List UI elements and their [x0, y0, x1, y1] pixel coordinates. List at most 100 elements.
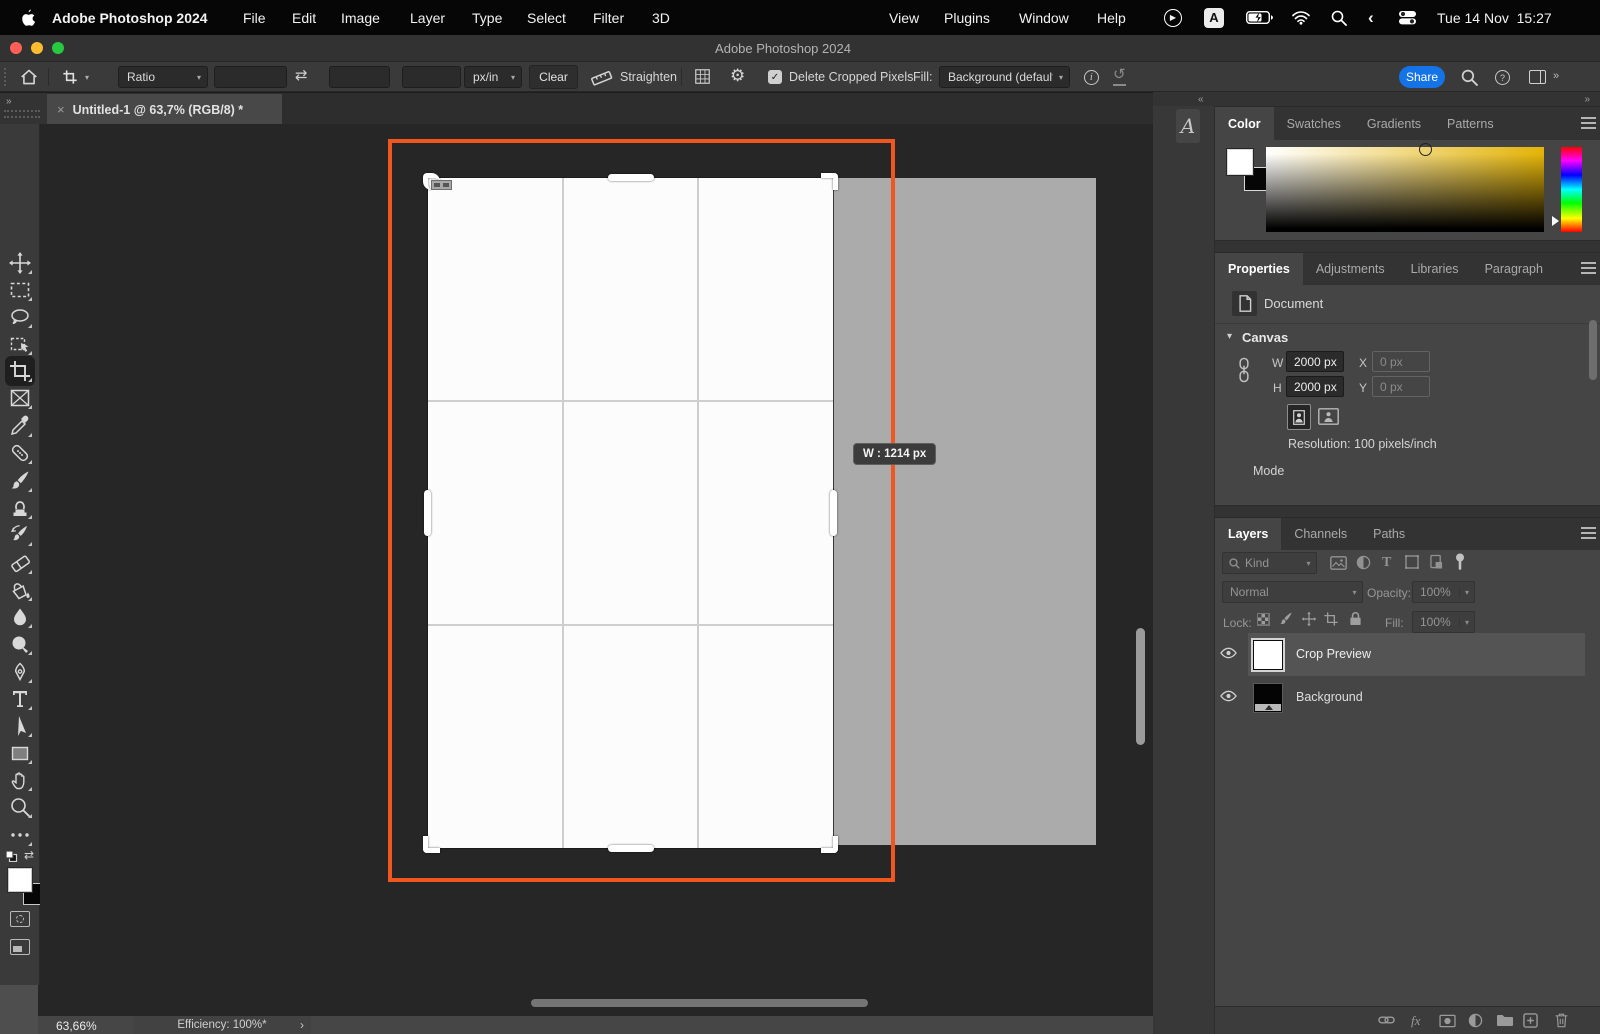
link-layers-icon[interactable]	[1378, 1014, 1395, 1026]
menu-clock[interactable]: Tue 14 Nov 15:27	[1437, 0, 1552, 35]
crop-resolution-input[interactable]	[402, 66, 461, 88]
tool-type[interactable]	[8, 687, 32, 711]
resolution-unit-select[interactable]: px/in▾	[464, 66, 522, 88]
tool-clone-stamp[interactable]	[8, 496, 32, 520]
battery-icon[interactable]	[1246, 0, 1273, 35]
tab-color[interactable]: Color	[1215, 107, 1274, 140]
tool-path-selection[interactable]	[8, 714, 32, 738]
filter-type-layers-icon[interactable]: T	[1382, 555, 1391, 571]
tab-channels[interactable]: Channels	[1281, 518, 1360, 550]
crop-height-input[interactable]	[329, 66, 390, 88]
tool-hand[interactable]	[8, 768, 32, 792]
hue-slider-marker[interactable]	[1552, 216, 1559, 226]
lock-pixels-icon[interactable]	[1278, 611, 1294, 627]
canvas-area[interactable]: W : 1214 px	[40, 124, 1153, 1016]
lock-artboard-icon[interactable]	[1323, 611, 1339, 627]
link-dimensions-icon[interactable]	[1238, 357, 1250, 383]
tool-eraser[interactable]	[8, 551, 32, 575]
close-tab-icon[interactable]: ×	[57, 102, 65, 117]
new-adjustment-layer-icon[interactable]	[1468, 1013, 1483, 1028]
blend-mode-select[interactable]: Normal▾	[1222, 581, 1363, 603]
crop-overlay-grid-button[interactable]	[694, 68, 711, 85]
straighten-icon[interactable]	[590, 68, 613, 87]
tab-paths[interactable]: Paths	[1360, 518, 1418, 550]
opacity-select[interactable]: 100%▾	[1412, 581, 1475, 603]
new-group-folder-icon[interactable]	[1496, 1013, 1513, 1027]
menu-edit[interactable]: Edit	[292, 0, 316, 35]
workspace-panels-icon[interactable]	[1529, 70, 1546, 84]
collapse-panels-icon[interactable]: «	[1198, 94, 1204, 105]
tab-layers[interactable]: Layers	[1215, 518, 1281, 550]
menu-file[interactable]: File	[243, 0, 266, 35]
foreground-color-swatch[interactable]	[1227, 149, 1253, 175]
tab-gradients[interactable]: Gradients	[1354, 107, 1434, 140]
horizontal-scrollbar[interactable]	[531, 999, 868, 1007]
tool-move[interactable]	[8, 251, 32, 275]
mode-label[interactable]: Mode	[1253, 465, 1284, 478]
swap-width-height-icon[interactable]: ⇄	[295, 66, 308, 84]
tool-object-selection[interactable]	[8, 332, 32, 356]
document-tab[interactable]: × Untitled-1 @ 63,7% (RGB/8) *	[47, 94, 282, 125]
tab-libraries[interactable]: Libraries	[1398, 253, 1472, 285]
share-button[interactable]: Share	[1399, 66, 1445, 88]
layer-visibility-eye-icon[interactable]	[1220, 647, 1237, 659]
filter-pixel-layers-icon[interactable]	[1330, 556, 1347, 570]
foreground-color-swatch[interactable]	[8, 868, 32, 892]
layer-name[interactable]: Background	[1296, 691, 1363, 704]
clear-button[interactable]: Clear	[529, 65, 578, 89]
home-button[interactable]	[20, 69, 38, 85]
default-colors-icon[interactable]	[5, 850, 18, 862]
chevron-left-icon[interactable]: ‹	[1368, 0, 1374, 35]
new-layer-icon[interactable]	[1523, 1013, 1538, 1028]
spotlight-search-icon[interactable]	[1331, 0, 1347, 35]
lock-transparency-icon[interactable]	[1257, 613, 1270, 626]
input-source-icon[interactable]: A	[1204, 0, 1224, 35]
filter-smart-objects-icon[interactable]	[1430, 554, 1443, 570]
options-overflow-icon[interactable]: »	[1553, 70, 1559, 82]
aspect-ratio-select[interactable]: Ratio▾	[118, 66, 208, 88]
lock-all-icon[interactable]	[1349, 611, 1362, 626]
tool-brush[interactable]	[8, 469, 32, 493]
canvas-section-header[interactable]: Canvas	[1242, 331, 1288, 344]
tool-blur[interactable]	[8, 605, 32, 629]
tool-spot-healing-brush[interactable]	[8, 441, 32, 465]
layer-thumbnail[interactable]	[1253, 683, 1283, 713]
crop-handle-bottom-right[interactable]	[821, 836, 838, 853]
canvas-y-input[interactable]: 0 px	[1372, 376, 1430, 397]
search-icon[interactable]	[1461, 69, 1478, 86]
delete-cropped-pixels-label[interactable]: Delete Cropped Pixels	[789, 71, 913, 84]
vertical-scrollbar[interactable]	[1136, 628, 1145, 745]
fill-opacity-select[interactable]: 100%▾	[1412, 611, 1475, 633]
menu-app-name[interactable]: Adobe Photoshop 2024	[52, 0, 208, 35]
tool-paint-bucket[interactable]	[8, 578, 32, 602]
tool-more-options[interactable]	[8, 823, 32, 847]
swap-colors-icon[interactable]: ⇄	[24, 848, 34, 862]
control-center-icon[interactable]	[1398, 0, 1417, 35]
orientation-landscape-button[interactable]	[1318, 408, 1339, 425]
wifi-icon[interactable]	[1292, 0, 1310, 35]
fill-mode-select[interactable]: Background (default)▾	[939, 66, 1070, 88]
crop-preview-canvas[interactable]	[428, 178, 833, 848]
tab-properties[interactable]: Properties	[1215, 253, 1303, 285]
menu-filter[interactable]: Filter	[593, 0, 624, 35]
filter-shape-layers-icon[interactable]	[1405, 555, 1419, 569]
tool-eyedropper[interactable]	[8, 414, 32, 438]
tab-overflow-icon[interactable]: »	[6, 96, 12, 107]
help-icon[interactable]: ?	[1495, 70, 1510, 85]
menu-window[interactable]: Window	[1019, 0, 1069, 35]
status-info-box[interactable]: Efficiency: 100%* ›	[133, 1016, 311, 1034]
tool-rectangle[interactable]	[8, 741, 32, 765]
tab-patterns[interactable]: Patterns	[1434, 107, 1507, 140]
tool-lasso[interactable]	[8, 305, 32, 329]
menu-view[interactable]: View	[889, 0, 919, 35]
properties-scrollbar[interactable]	[1589, 320, 1597, 380]
delete-layer-trash-icon[interactable]	[1554, 1012, 1569, 1028]
color-picker-marker[interactable]	[1419, 143, 1432, 156]
saturation-brightness-field[interactable]	[1266, 147, 1544, 232]
tool-frame[interactable]	[8, 386, 32, 410]
crop-width-input[interactable]	[214, 66, 287, 88]
filter-adjustment-layers-icon[interactable]	[1356, 555, 1371, 570]
hue-slider[interactable]	[1561, 147, 1582, 232]
tool-pen[interactable]	[8, 660, 32, 684]
menu-plugins[interactable]: Plugins	[944, 0, 990, 35]
